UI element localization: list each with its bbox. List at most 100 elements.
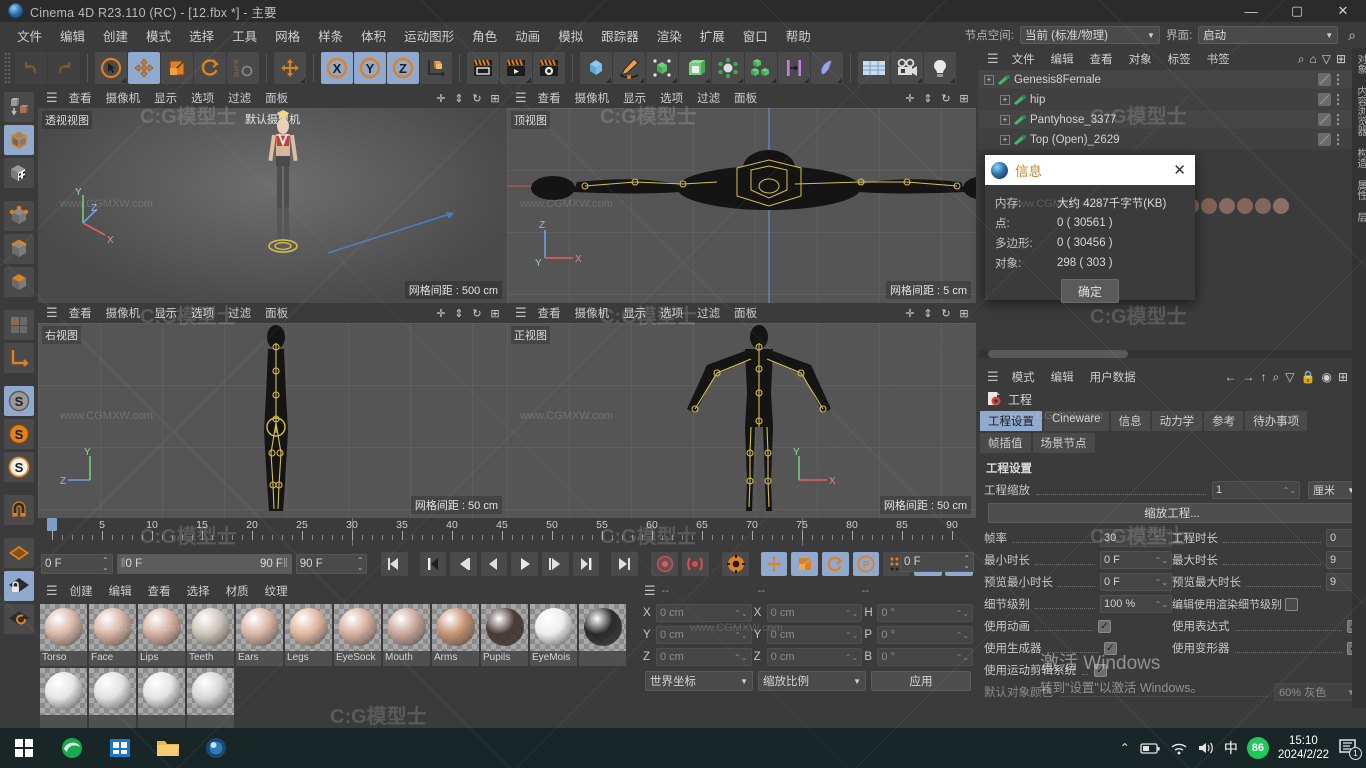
maximize-viewport-icon[interactable]: ⊞ <box>956 305 972 321</box>
axis-mode-button[interactable] <box>4 343 34 373</box>
make-editable-button[interactable] <box>4 92 34 122</box>
orbit-icon[interactable]: ↻ <box>469 305 485 321</box>
object-row[interactable]: + hip <box>978 90 1366 110</box>
hamburger-icon[interactable]: ☰ <box>42 305 62 321</box>
material-item[interactable] <box>40 668 87 730</box>
preview-min-field[interactable]: 0 F ⌃⌄ <box>1100 573 1172 591</box>
autokeying-button[interactable] <box>682 552 709 576</box>
am-menu-userdata[interactable]: 用户数据 <box>1082 367 1144 387</box>
coordinate-mode-dropdown[interactable]: 缩放比例 ▼ <box>758 671 866 691</box>
material-item[interactable]: Pupils <box>481 604 528 666</box>
object-tag-icon[interactable] <box>1318 113 1331 126</box>
vp-menu-display[interactable]: 显示 <box>616 303 653 323</box>
material-item[interactable] <box>89 668 136 730</box>
coord-size-y-field[interactable]: 0 cm ⌃⌄ <box>766 626 863 644</box>
info-dialog-close-icon[interactable]: ✕ <box>1170 161 1189 179</box>
menu-item-simulate[interactable]: 模拟 <box>549 23 592 48</box>
preview-range-bar[interactable]: ‖ 0 F 90 F ‖ <box>116 554 292 574</box>
viewport-right[interactable]: ☰ 查看 摄像机 显示 选项 过滤 面板 ✛ ⇕ ↻ ⊞ 右视图 网格间距 : … <box>38 303 507 518</box>
toolbar-drag-handle[interactable] <box>4 52 11 84</box>
tab-cineware[interactable]: Cineware <box>1044 411 1109 431</box>
step-back-button[interactable] <box>450 552 477 576</box>
windows-start-icon[interactable] <box>0 728 48 768</box>
move-duplicate-tool[interactable] <box>274 52 306 84</box>
expand-toggle-icon[interactable]: + <box>1000 114 1010 125</box>
object-manager-hscrollbar[interactable] <box>978 350 1366 358</box>
tab-frame-interpolation[interactable]: 帧插值 <box>980 433 1031 453</box>
coord-size-x-field[interactable]: 0 cm ⌃⌄ <box>766 604 863 622</box>
viewport-top-canvas[interactable]: 顶视图 网格间距 : 5 cm Z X Y <box>507 108 976 303</box>
rotate-tool[interactable] <box>194 52 226 84</box>
material-grid[interactable]: Torso Face Lips Teeth Ears Legs EyeSock Mouth Ar… <box>38 602 638 732</box>
hamburger-icon[interactable]: ☰ <box>511 305 531 321</box>
lod-field[interactable]: 100 % ⌃⌄ <box>1100 595 1172 613</box>
lock-workplane-button[interactable] <box>4 571 34 601</box>
menu-item-select[interactable]: 选择 <box>180 23 223 48</box>
atom-array-button[interactable] <box>712 52 744 84</box>
taskbar-clock[interactable]: 15:10 2024/2/22 <box>1278 734 1329 762</box>
tab-info[interactable]: 信息 <box>1110 411 1150 431</box>
world-object-coord-toggle[interactable] <box>420 52 452 84</box>
menu-item-tracker[interactable]: 跟踪器 <box>592 23 648 48</box>
file-explorer-icon[interactable] <box>144 728 192 768</box>
render-view-button[interactable] <box>467 52 499 84</box>
vp-menu-camera[interactable]: 摄像机 <box>568 88 617 108</box>
menu-item-file[interactable]: 文件 <box>8 23 51 48</box>
spinner-icon[interactable]: ⌃⌄ <box>845 631 858 640</box>
key-rotation-toggle[interactable] <box>822 552 849 576</box>
material-item[interactable]: EyeMois <box>530 604 577 666</box>
soft-selection-button[interactable]: S <box>4 452 34 482</box>
expand-toggle-icon[interactable]: + <box>1000 94 1010 105</box>
spinner-icon[interactable]: ⌃⌄ <box>956 609 969 618</box>
search-icon[interactable]: ⌕ <box>1298 52 1305 67</box>
material-item[interactable]: Teeth <box>187 604 234 666</box>
layout-dropdown[interactable]: 启动 ▼ <box>1198 26 1339 44</box>
vp-menu-options[interactable]: 选项 <box>653 88 690 108</box>
vp-menu-panel[interactable]: 面板 <box>727 88 764 108</box>
dolly-icon[interactable]: ⇕ <box>451 90 467 106</box>
home-icon[interactable]: ⌂ <box>1309 52 1316 67</box>
mat-menu-material[interactable]: 材质 <box>218 581 257 601</box>
om-menu-view[interactable]: 查看 <box>1082 49 1121 69</box>
object-tag-icon[interactable] <box>1318 93 1331 106</box>
framerate-field[interactable]: 30 ⌃⌄ <box>1100 529 1172 547</box>
coord-pos-y-field[interactable]: 0 cm ⌃⌄ <box>656 626 752 644</box>
spinner-icon[interactable]: ⌃⌄ <box>357 557 364 572</box>
key-position-toggle[interactable] <box>760 552 788 576</box>
material-item[interactable]: Arms <box>432 604 479 666</box>
menu-item-edit[interactable]: 编辑 <box>51 23 94 48</box>
viewport-perspective[interactable]: ☰ 查看 摄像机 显示 选项 过滤 面板 ✛ ⇕ ↻ ⊞ 透视视图 默认摄像机 … <box>38 88 507 303</box>
add-icon[interactable]: ⊞ <box>1336 52 1346 67</box>
mat-menu-view[interactable]: 查看 <box>140 581 179 601</box>
visibility-dots-icon[interactable] <box>1336 133 1340 146</box>
end-frame-field[interactable]: 90 F ⌃ ⌄ <box>295 554 368 574</box>
vp-menu-view[interactable]: 查看 <box>531 88 568 108</box>
menu-item-volume[interactable]: 体积 <box>352 23 395 48</box>
vp-menu-panel[interactable]: 面板 <box>258 303 295 323</box>
goto-prev-key-button[interactable] <box>419 552 447 576</box>
vp-menu-display[interactable]: 显示 <box>147 88 184 108</box>
hamburger-icon[interactable]: ☰ <box>982 51 1004 67</box>
mat-menu-create[interactable]: 创建 <box>62 581 101 601</box>
workplane-button[interactable] <box>4 538 34 568</box>
axis-y-toggle[interactable]: Y <box>354 52 386 84</box>
menu-item-window[interactable]: 窗口 <box>734 23 777 48</box>
vp-menu-filter[interactable]: 过滤 <box>221 303 258 323</box>
om-menu-tags[interactable]: 标签 <box>1160 49 1199 69</box>
menu-item-render[interactable]: 渲染 <box>648 23 691 48</box>
object-tag-icon[interactable] <box>1318 133 1331 146</box>
vp-menu-view[interactable]: 查看 <box>531 303 568 323</box>
model-mode-button[interactable] <box>4 125 34 155</box>
viewport-top[interactable]: ☰ 查看 摄像机 显示 选项 过滤 面板 ✛ ⇕ ↻ ⊞ 顶视图 网格间距 : … <box>507 88 976 303</box>
vp-menu-options[interactable]: 选项 <box>184 303 221 323</box>
notification-center-icon[interactable]: 1 <box>1338 738 1362 760</box>
maximize-viewport-icon[interactable]: ⊞ <box>487 90 503 106</box>
orbit-icon[interactable]: ↻ <box>938 305 954 321</box>
mograph-button[interactable] <box>778 52 810 84</box>
scene-nodes-button[interactable] <box>858 52 890 84</box>
back-arrow-icon[interactable]: ← <box>1225 370 1237 385</box>
use-motion-clip-checkbox[interactable]: ✓ <box>1094 663 1107 677</box>
vp-menu-options[interactable]: 选项 <box>184 88 221 108</box>
polygon-mode-button[interactable] <box>4 267 34 297</box>
info-dialog[interactable]: 信息 ✕ 内存: 大约 4287千字节(KB) 点: 0 ( 30561 ) 多边形… <box>985 155 1195 303</box>
